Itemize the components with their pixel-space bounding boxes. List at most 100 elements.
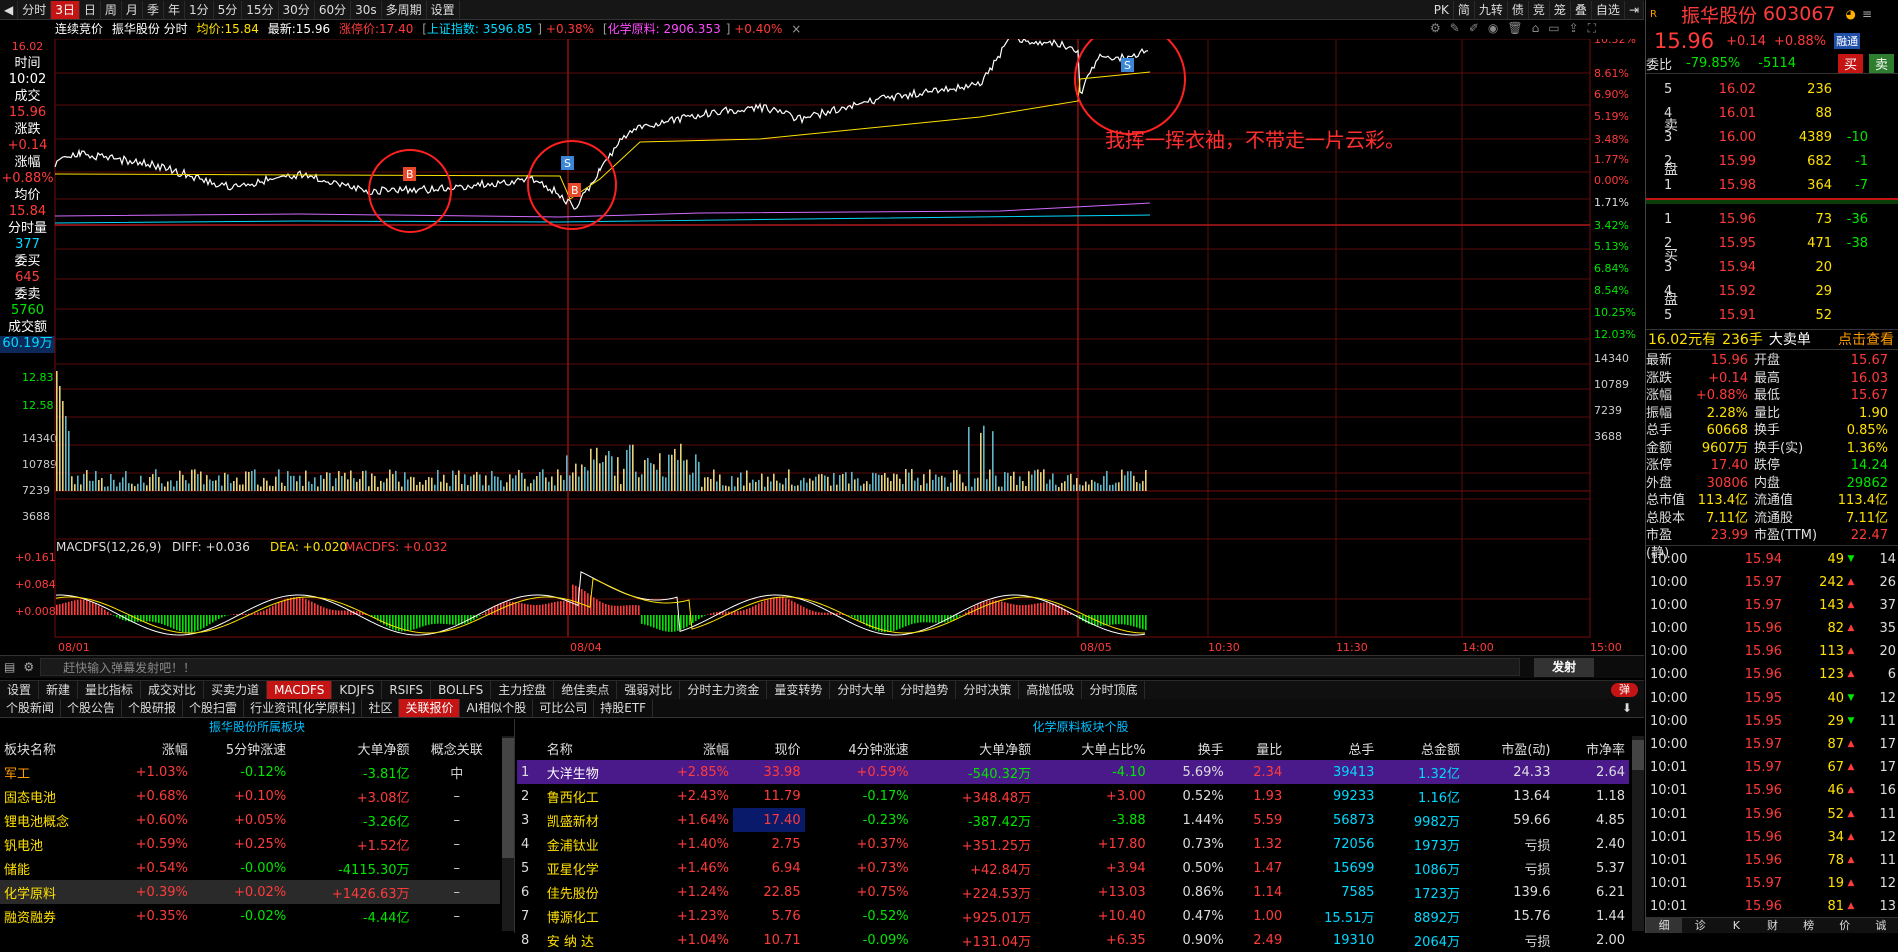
export-icon[interactable]: ⇪ (1569, 21, 1579, 36)
send-button[interactable]: 发射 (1534, 658, 1594, 677)
col-header[interactable]: 名称 (543, 736, 638, 760)
download-icon[interactable]: ⬇ (1622, 701, 1632, 715)
tab-peers[interactable]: 可比公司 (533, 699, 594, 717)
col-header[interactable]: 涨幅 (105, 736, 192, 760)
book-row[interactable]: 115.98364-7 (1646, 174, 1898, 198)
toolbar-item[interactable]: 年 (164, 1, 185, 19)
panel-tab[interactable]: K (1718, 918, 1754, 933)
tab-indicator[interactable]: 分时顶底 (1082, 681, 1145, 699)
col-header[interactable]: 大单净额 (913, 736, 1036, 760)
col-header[interactable]: 总手 (1286, 736, 1378, 760)
table-row[interactable]: 融资融券+0.35%-0.02%-4.44亿– (0, 904, 500, 928)
tab-indicator[interactable]: 分时大单 (830, 681, 893, 699)
panel-tab[interactable]: 价 (1827, 918, 1863, 933)
col-header[interactable]: 市净率 (1554, 736, 1629, 760)
toolbar-item[interactable]: 5分 (214, 1, 243, 19)
table-row[interactable]: 6佳先股份+1.24%22.85+0.75%+224.53万+13.030.86… (517, 880, 1629, 904)
col-header[interactable]: 总金额 (1378, 736, 1464, 760)
col-header[interactable] (517, 736, 543, 760)
table-row[interactable]: 化学原料+0.39%+0.02%+1426.63万– (0, 880, 500, 904)
toolbar-item[interactable]: 30分 (279, 1, 315, 19)
intraday-chart[interactable]: 10.32%8.61%6.90%5.19%3.48%1.77%0.00%1.71… (0, 39, 1644, 655)
table-row[interactable]: 锂电池概念+0.60%+0.05%-3.26亿– (0, 808, 500, 832)
toolbar-right-item[interactable]: 自选 (1592, 1, 1625, 19)
col-header[interactable]: 换手 (1150, 736, 1228, 760)
draw-icon[interactable]: ✎ (1450, 21, 1460, 36)
col-header[interactable]: 量比 (1228, 736, 1286, 760)
gear-icon[interactable]: ⚙ (23, 660, 34, 674)
danmu-toggle[interactable]: 弹 (1611, 683, 1638, 697)
toolbar-right-item[interactable]: ⇥ (1625, 1, 1644, 19)
table-row[interactable]: 1大洋生物+2.85%33.98+0.59%-540.32万-4.105.69%… (517, 760, 1629, 784)
book-row[interactable]: 415.9229 (1646, 280, 1898, 304)
col-header[interactable]: 市盈(动) (1464, 736, 1554, 760)
tab-indicator[interactable]: 分时决策 (956, 681, 1019, 699)
col-header[interactable]: 概念关联 (414, 736, 500, 760)
tab-indicator[interactable]: KDJFS (332, 681, 382, 699)
table-row[interactable]: 4金浦钛业+1.40%2.75+0.37%+351.25万+17.800.73%… (517, 832, 1629, 856)
copy-icon[interactable]: ▭ (1548, 21, 1559, 36)
tab-indicator[interactable]: 量比指标 (78, 681, 141, 699)
tab-indicator[interactable]: 买卖力道 (204, 681, 267, 699)
trash-icon[interactable]: 🗑 (1507, 21, 1522, 36)
close-icon[interactable]: × (791, 22, 801, 36)
toolbar-item[interactable]: 15分 (242, 1, 278, 19)
toolbar-right-item[interactable]: 竞 (1529, 1, 1550, 19)
tab-related-active[interactable]: 关联报价 (399, 699, 460, 717)
toolbar-item[interactable]: 1分 (185, 1, 214, 19)
toolbar-item[interactable]: 日 (80, 1, 101, 19)
toolbar-item[interactable]: 季 (143, 1, 164, 19)
toolbar-item-active[interactable]: 3日 (51, 1, 80, 19)
fullscreen-icon[interactable]: ⛶ (1588, 21, 1596, 36)
book-row[interactable]: 515.9152 (1646, 304, 1898, 328)
table-row[interactable]: 固态电池+0.68%+0.10%+3.08亿– (0, 784, 500, 808)
tab-indicator[interactable]: BOLLFS (431, 681, 491, 699)
table-row[interactable]: 储能+0.54%-0.00%-4115.30万– (0, 856, 500, 880)
panel-tab[interactable]: 诚 (1863, 918, 1898, 933)
tab-indicator-active[interactable]: MACDFS (267, 681, 332, 699)
book-row[interactable]: 215.99682-1 (1646, 150, 1898, 174)
big-order-link[interactable]: 点击查看 (1838, 330, 1894, 349)
table-row[interactable]: 3凯盛新材+1.64%17.40-0.23%-387.42万-3.881.44%… (517, 808, 1629, 832)
col-header[interactable]: 4分钟涨速 (805, 736, 913, 760)
pen-icon[interactable]: ✐ (1469, 21, 1479, 36)
tab-settings[interactable]: 设置 (0, 681, 39, 699)
panel-tab[interactable]: 细 (1646, 918, 1682, 933)
scrollbar[interactable] (502, 736, 514, 931)
col-header[interactable]: 大单占比% (1035, 736, 1150, 760)
panel-tab[interactable]: 诊 (1682, 918, 1718, 933)
tab-indicator[interactable]: 强弱对比 (617, 681, 680, 699)
table-row[interactable]: 7博源化工+1.23%5.76-0.52%+925.01万+10.400.47%… (517, 904, 1629, 928)
scrollbar[interactable] (1632, 736, 1644, 931)
buy-button[interactable]: 买 (1838, 54, 1863, 73)
toolbar-right-item[interactable]: PK (1430, 1, 1454, 19)
tab-etf[interactable]: 持股ETF (594, 699, 653, 717)
lock-icon[interactable]: ⌂ (1532, 21, 1540, 36)
toolbar-item[interactable]: 周 (101, 1, 122, 19)
tab-indicator[interactable]: 分时趋势 (893, 681, 956, 699)
toolbar-item[interactable]: 多周期 (382, 1, 427, 19)
col-header[interactable]: 涨幅 (638, 736, 733, 760)
toolbar-right-item[interactable]: 九转 (1475, 1, 1508, 19)
tab-indicator[interactable]: RSIFS (382, 681, 431, 699)
table-row[interactable]: 钒电池+0.59%+0.25%+1.52亿– (0, 832, 500, 856)
col-header[interactable]: 5分钟涨速 (192, 736, 290, 760)
menu-icon[interactable]: ≡ (1862, 7, 1872, 21)
book-row[interactable]: 115.9673-36 (1646, 208, 1898, 232)
play-icon[interactable]: ◀ (0, 1, 18, 19)
toolbar-right-item[interactable]: 笼 (1550, 1, 1571, 19)
table-row[interactable]: 5亚星化学+1.46%6.94+0.73%+42.84万+3.940.50%1.… (517, 856, 1629, 880)
toolbar-item[interactable]: 月 (122, 1, 143, 19)
book-row[interactable]: 516.02236 (1646, 78, 1898, 102)
tab-news[interactable]: 个股新闻 (0, 699, 61, 717)
tab-ai-similar[interactable]: AI相似个股 (460, 699, 533, 717)
danmu-input[interactable]: 赶快输入弹幕发射吧！！ (40, 658, 1520, 676)
tab-research[interactable]: 个股研报 (122, 699, 183, 717)
index1[interactable]: 上证指数: 3596.85 (427, 22, 532, 36)
eye-icon[interactable]: ◉ (1488, 21, 1498, 36)
tab-risk[interactable]: 个股扫雷 (183, 699, 244, 717)
sell-button[interactable]: 卖 (1869, 54, 1894, 73)
book-row[interactable]: 416.0188 (1646, 102, 1898, 126)
panel-tab[interactable]: 财 (1754, 918, 1790, 933)
table-row[interactable]: 8安 纳 达+1.04%10.71-0.09%+131.04万+6.350.90… (517, 928, 1629, 952)
